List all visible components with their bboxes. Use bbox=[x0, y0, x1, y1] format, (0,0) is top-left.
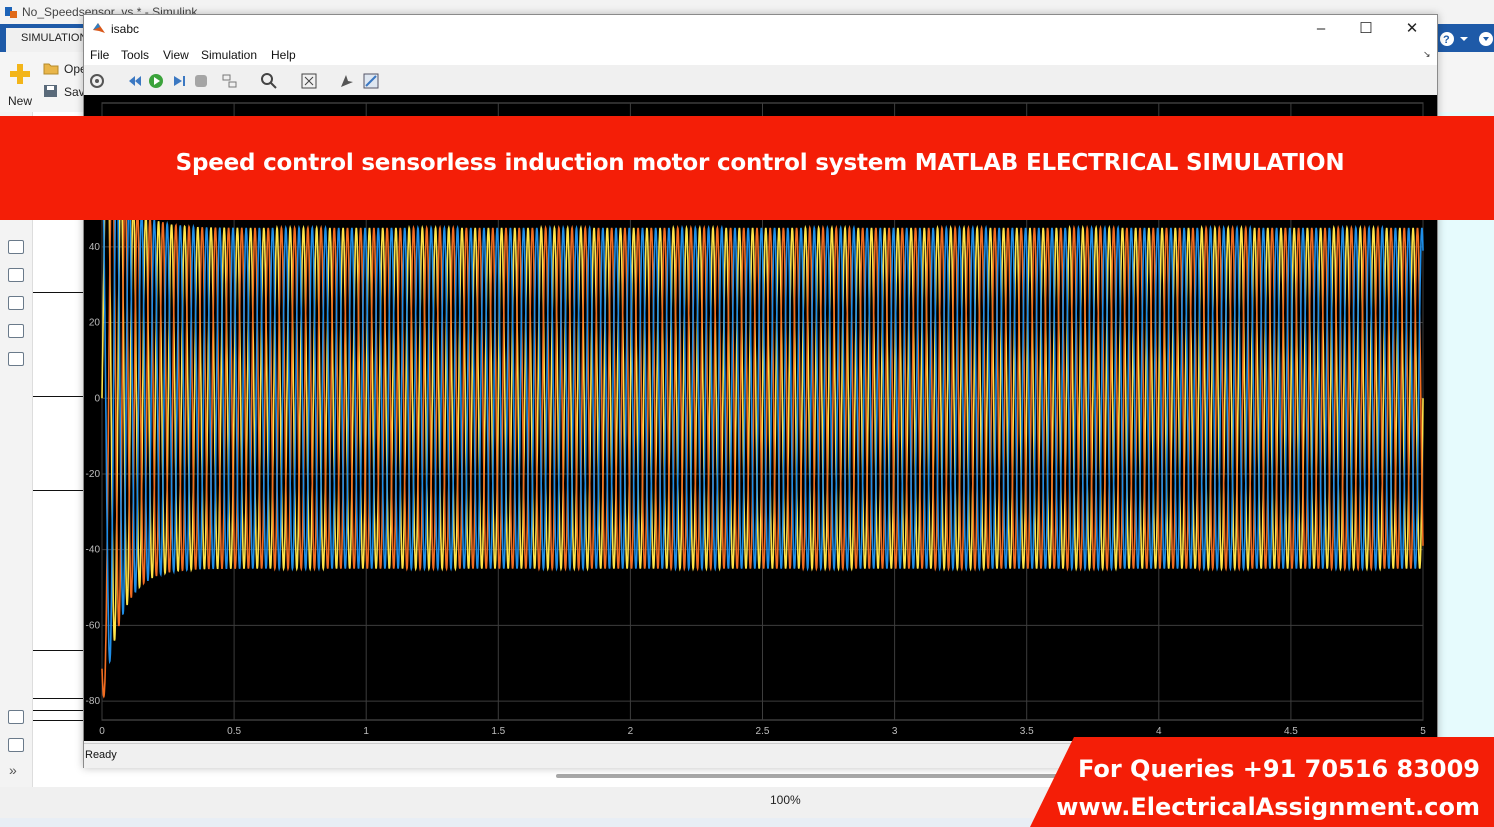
zoom-level: 100% bbox=[770, 793, 801, 807]
annotation-icon[interactable] bbox=[8, 296, 24, 310]
new-button-label[interactable]: New bbox=[8, 94, 32, 108]
svg-text:?: ? bbox=[1443, 34, 1450, 46]
contact-website: www.ElectricalAssignment.com bbox=[1056, 793, 1480, 821]
highlight-block-icon[interactable] bbox=[221, 72, 239, 90]
autoscale-icon[interactable] bbox=[300, 72, 318, 90]
y-tick-label: -80 bbox=[86, 696, 101, 707]
fit-view-icon[interactable] bbox=[8, 240, 24, 254]
x-tick-label: 4 bbox=[1156, 726, 1162, 737]
area-icon[interactable] bbox=[8, 352, 24, 366]
save-disk-icon[interactable] bbox=[43, 84, 59, 98]
scope-titlebar[interactable] bbox=[84, 15, 1437, 43]
menu-simulation[interactable]: Simulation bbox=[201, 48, 257, 62]
tab-simulation-label: SIMULATION bbox=[21, 32, 88, 44]
menu-tools[interactable]: Tools bbox=[121, 48, 149, 62]
y-tick-label: 40 bbox=[89, 242, 101, 253]
close-icon[interactable]: ✕ bbox=[1397, 19, 1427, 39]
arrow-icon[interactable] bbox=[8, 268, 24, 282]
banner-headline: Speed control sensorless induction motor… bbox=[175, 150, 1345, 176]
x-tick-label: 5 bbox=[1420, 726, 1426, 737]
scope-toolbar bbox=[84, 67, 1437, 96]
stop-icon[interactable] bbox=[192, 72, 210, 90]
y-tick-label: -20 bbox=[86, 469, 101, 480]
image-icon[interactable] bbox=[8, 324, 24, 338]
x-tick-label: 3.5 bbox=[1020, 726, 1034, 737]
x-tick-label: 4.5 bbox=[1284, 726, 1298, 737]
camera-icon[interactable] bbox=[8, 710, 24, 724]
run-icon[interactable] bbox=[147, 72, 165, 90]
x-tick-label: 2 bbox=[628, 726, 634, 737]
y-tick-label: -60 bbox=[86, 620, 101, 631]
contact-phone: For Queries +91 70516 83009 bbox=[1077, 755, 1480, 783]
menu-file[interactable]: File bbox=[90, 48, 109, 62]
undock-arrow-icon[interactable]: ↘ bbox=[1423, 49, 1431, 60]
maximize-icon[interactable]: ☐ bbox=[1351, 19, 1381, 39]
x-tick-label: 2.5 bbox=[756, 726, 770, 737]
model-browser-icon[interactable] bbox=[8, 738, 24, 752]
simulink-logo-icon bbox=[5, 7, 17, 18]
x-tick-label: 3 bbox=[892, 726, 898, 737]
x-tick-label: 1 bbox=[363, 726, 369, 737]
expand-chevron-icon[interactable]: » bbox=[9, 762, 17, 778]
step-back-icon[interactable] bbox=[126, 72, 144, 90]
minimize-icon[interactable]: – bbox=[1306, 19, 1336, 39]
y-tick-label: 20 bbox=[89, 318, 101, 329]
settings-gear-icon[interactable] bbox=[88, 72, 106, 90]
cursor-measure-icon[interactable] bbox=[338, 72, 356, 90]
x-tick-label: 0.5 bbox=[227, 726, 241, 737]
x-tick-label: 1.5 bbox=[491, 726, 505, 737]
matlab-logo-icon bbox=[93, 23, 105, 33]
menu-help[interactable]: Help bbox=[271, 48, 296, 62]
open-folder-icon[interactable] bbox=[43, 61, 59, 75]
menu-view[interactable]: View bbox=[163, 48, 189, 62]
step-forward-icon[interactable] bbox=[170, 72, 188, 90]
help-button[interactable]: ? bbox=[1438, 28, 1494, 50]
y-tick-label: -40 bbox=[86, 545, 101, 556]
save-button-label[interactable]: Sav bbox=[64, 85, 85, 99]
scope-title: isabc bbox=[111, 22, 140, 36]
x-tick-label: 0 bbox=[99, 726, 105, 737]
style-edit-icon[interactable] bbox=[362, 72, 380, 90]
y-tick-label: 0 bbox=[94, 393, 100, 404]
zoom-in-icon[interactable] bbox=[260, 72, 278, 90]
new-plus-icon[interactable] bbox=[8, 62, 32, 86]
scope-status-text: Ready bbox=[85, 749, 117, 761]
